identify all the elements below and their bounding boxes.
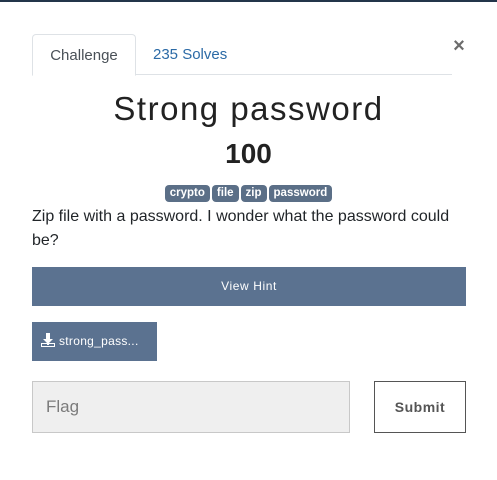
submit-button[interactable]: Submit	[374, 381, 466, 433]
tag-badge: zip	[240, 185, 267, 202]
challenge-tags: crypto file zip password	[0, 185, 497, 202]
file-name: strong_pass...	[59, 334, 139, 348]
challenge-description: Zip file with a password. I wonder what …	[32, 208, 450, 249]
top-border	[0, 0, 497, 2]
challenge-value: 100	[225, 138, 272, 169]
flag-input[interactable]	[32, 381, 350, 433]
download-file-button[interactable]: strong_pass...	[32, 322, 157, 361]
close-icon[interactable]: ×	[449, 35, 469, 57]
challenge-modal: Challenge 235 Solves × Strong password 1…	[0, 0, 497, 480]
view-hint-button[interactable]: View Hint	[32, 267, 466, 306]
modal-tabs: Challenge 235 Solves	[32, 34, 452, 76]
tab-challenge[interactable]: Challenge	[32, 34, 136, 76]
tag-badge: crypto	[164, 185, 210, 202]
challenge-name: Strong password	[113, 90, 384, 127]
tag-badge: password	[268, 185, 333, 202]
download-icon	[41, 333, 55, 347]
tag-badge: file	[211, 185, 239, 202]
tab-solves[interactable]: 235 Solves	[153, 34, 227, 75]
